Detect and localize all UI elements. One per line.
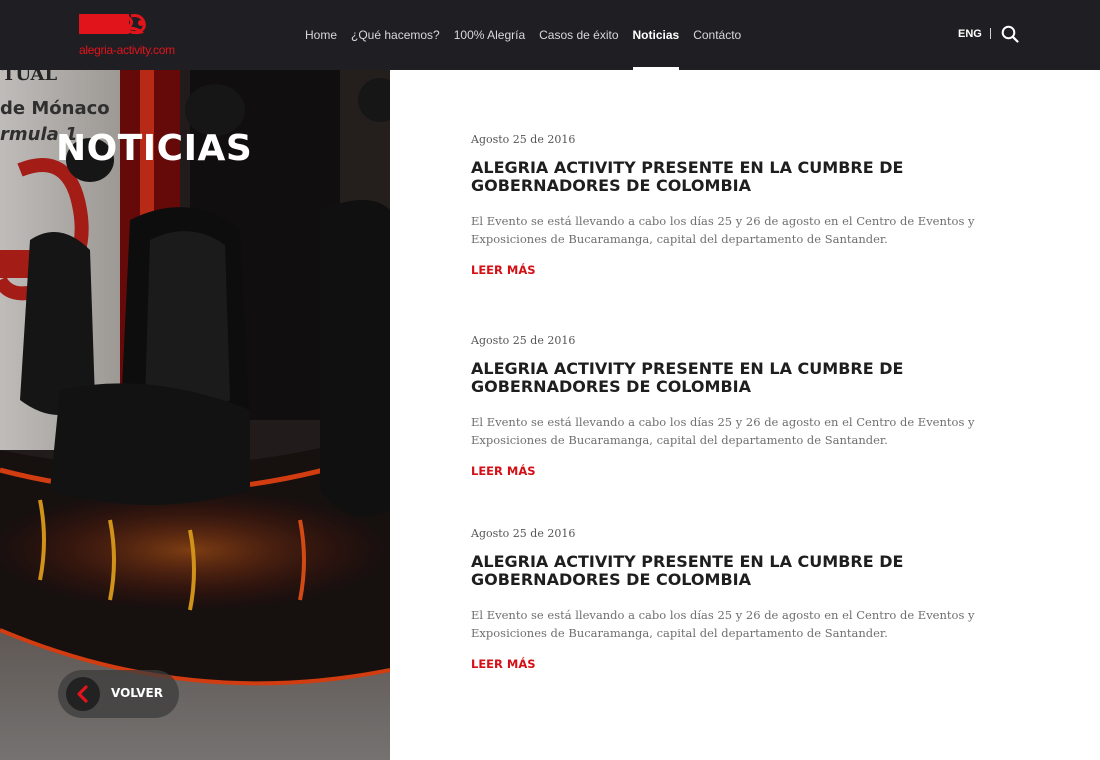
hero-image: TUAL de Mónaco rmula 1 NOTICIAS VOLVER (0, 70, 390, 760)
news-title[interactable]: ALEGRIA ACTIVITY PRESENTE EN LA CUMBRE D… (471, 360, 1016, 396)
news-excerpt: El Evento se está llevando a cabo los dí… (471, 214, 975, 246)
language-switch[interactable]: ENG (958, 28, 982, 40)
read-more-link[interactable]: LEER MÁS (471, 464, 536, 478)
logo[interactable]: alegria-activity.com (79, 13, 189, 59)
main-nav: Home ¿Qué hacemos? 100% Alegría Casos de… (305, 0, 755, 70)
nav-item-noticias[interactable]: Noticias (632, 0, 679, 70)
nav-item-que-hacemos[interactable]: ¿Qué hacemos? (351, 0, 440, 70)
chevron-left-icon (77, 685, 88, 703)
news-excerpt: El Evento se está llevando a cabo los dí… (471, 415, 975, 447)
nav-item-home[interactable]: Home (305, 0, 337, 70)
read-more-link[interactable]: LEER MÁS (471, 657, 536, 671)
top-navbar: alegria-activity.com Home ¿Qué hacemos? … (0, 0, 1100, 70)
back-button-circle (66, 677, 100, 711)
back-button-label: VOLVER (111, 686, 163, 700)
nav-item-contacto[interactable]: Contácto (693, 0, 741, 70)
news-title[interactable]: ALEGRIA ACTIVITY PRESENTE EN LA CUMBRE D… (471, 159, 1016, 195)
back-button[interactable]: VOLVER (58, 670, 179, 718)
news-title[interactable]: ALEGRIA ACTIVITY PRESENTE EN LA CUMBRE D… (471, 553, 1016, 589)
news-item: Agosto 25 de 2016 ALEGRIA ACTIVITY PRESE… (471, 527, 1016, 673)
nav-item-casos-de-exito[interactable]: Casos de éxito (539, 0, 618, 70)
news-excerpt: El Evento se está llevando a cabo los dí… (471, 608, 975, 640)
news-item: Agosto 25 de 2016 ALEGRIA ACTIVITY PRESE… (471, 133, 1016, 279)
read-more-link[interactable]: LEER MÁS (471, 263, 536, 277)
divider (990, 28, 991, 39)
logo-text: alegria-activity.com (79, 43, 175, 57)
racing-simulator-photo: TUAL de Mónaco rmula 1 (0, 70, 390, 760)
search-icon[interactable] (1001, 25, 1019, 43)
nav-item-100-alegria[interactable]: 100% Alegría (454, 0, 525, 70)
news-date: Agosto 25 de 2016 (471, 133, 576, 146)
news-date: Agosto 25 de 2016 (471, 527, 576, 540)
news-date: Agosto 25 de 2016 (471, 334, 576, 347)
news-item: Agosto 25 de 2016 ALEGRIA ACTIVITY PRESE… (471, 334, 1016, 480)
page-title: NOTICIAS (56, 128, 253, 169)
logo-mark-icon (79, 14, 146, 35)
